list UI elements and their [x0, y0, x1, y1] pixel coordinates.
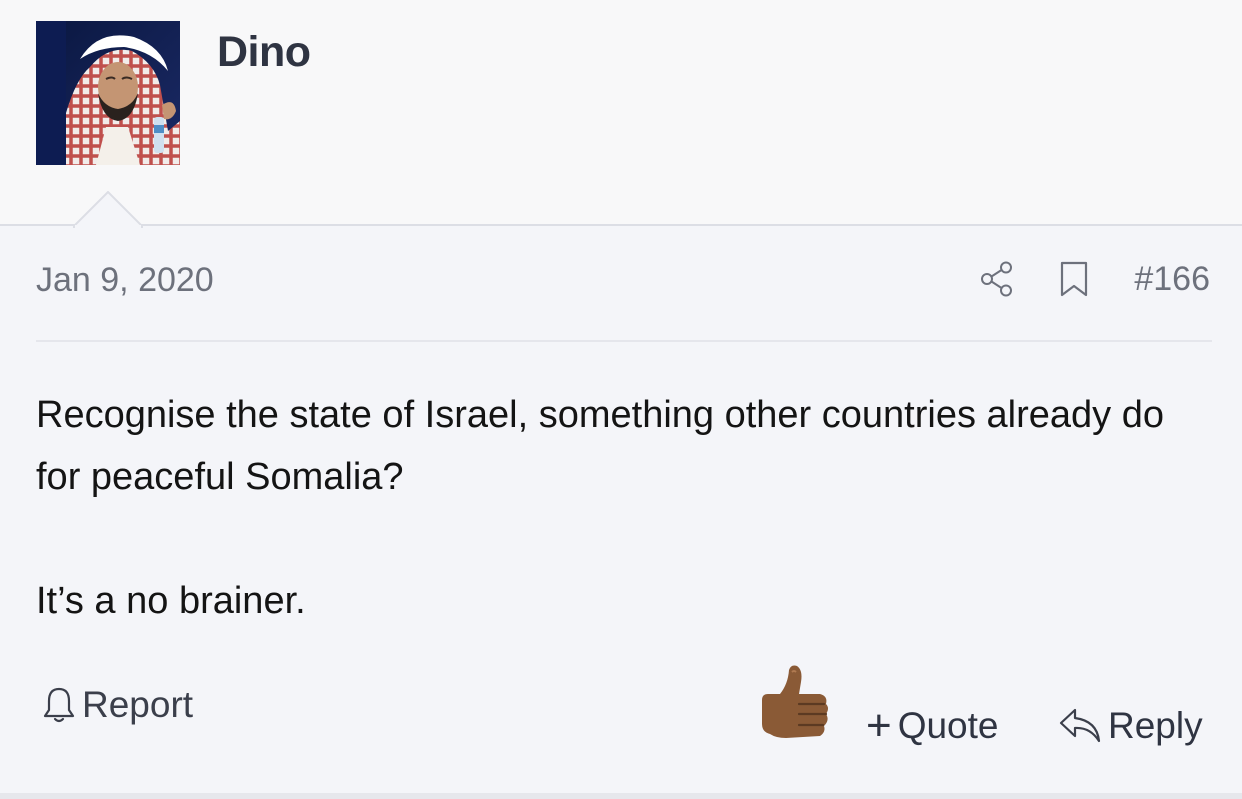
report-button[interactable]: Report — [42, 684, 193, 726]
post-bottom-border — [0, 793, 1242, 799]
bell-icon — [42, 685, 76, 725]
reply-button[interactable]: Reply — [1058, 705, 1203, 747]
username[interactable]: Dino — [217, 28, 311, 77]
thumbs-up-icon[interactable] — [756, 664, 832, 744]
message-paragraph: Recognise the state of Israel, something… — [36, 394, 1164, 498]
report-label: Report — [82, 684, 194, 725]
plus-icon: + — [866, 701, 892, 750]
post-body: Jan 9, 2020 #166 Recognise the state of … — [0, 226, 1242, 799]
share-icon[interactable] — [980, 261, 1014, 297]
message-paragraph: It’s a no brainer. — [36, 580, 306, 622]
post-number[interactable]: #166 — [1134, 260, 1210, 299]
meta-divider — [36, 340, 1212, 342]
reply-arrow-icon — [1058, 707, 1102, 745]
post-meta-actions: #166 — [980, 256, 1210, 302]
quote-button[interactable]: + Quote — [866, 701, 999, 750]
avatar[interactable] — [36, 21, 180, 165]
quote-label: Quote — [897, 705, 999, 746]
message-content: Recognise the state of Israel, something… — [36, 384, 1212, 632]
message-pointer — [73, 191, 143, 228]
user-header: Dino — [0, 0, 1242, 226]
post-date[interactable]: Jan 9, 2020 — [36, 261, 214, 300]
reply-label: Reply — [1108, 705, 1203, 746]
bookmark-icon[interactable] — [1060, 261, 1088, 297]
